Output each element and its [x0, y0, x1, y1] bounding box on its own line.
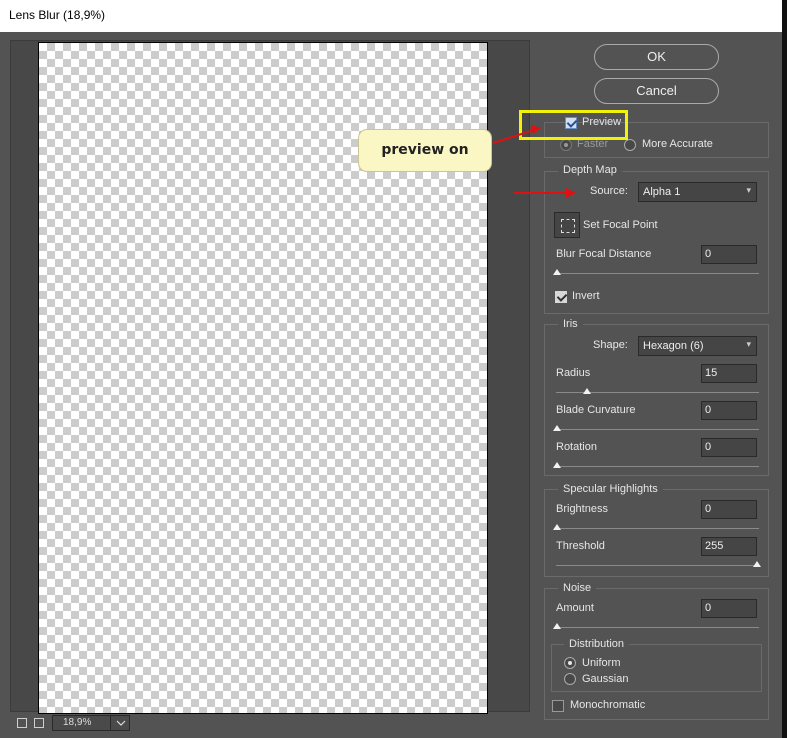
arrow-to-preview — [492, 129, 535, 144]
arrow-head-icon — [566, 188, 576, 198]
arrow-head-icon — [531, 125, 541, 134]
annotation-arrows — [492, 125, 576, 198]
